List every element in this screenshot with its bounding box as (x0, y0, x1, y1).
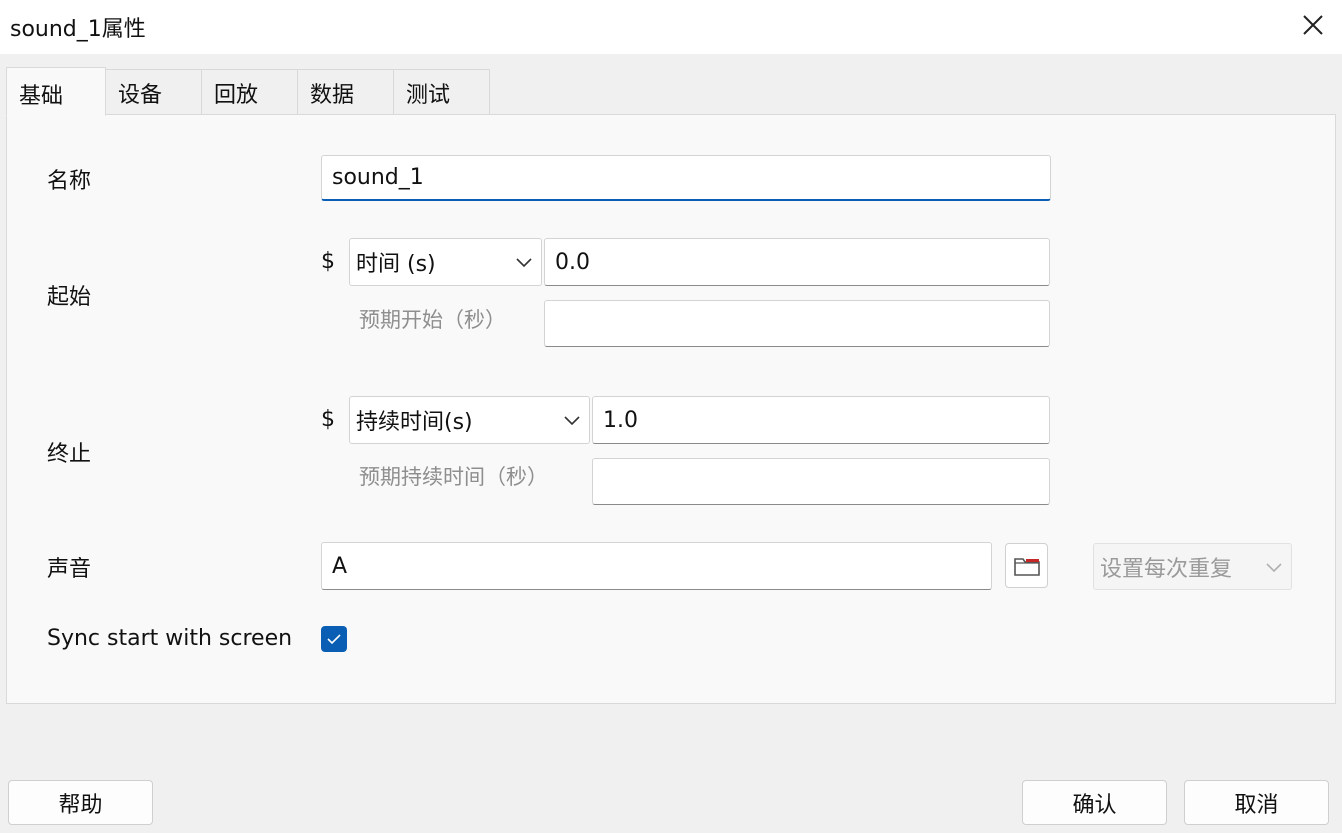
close-button[interactable] (1298, 10, 1328, 40)
tab-bar: 基础 设备 回放 数据 测试 (6, 67, 490, 116)
start-dollar-label: $ (321, 249, 335, 274)
name-label: 名称 (47, 169, 92, 194)
stop-label: 终止 (47, 442, 92, 467)
stop-expected-input[interactable] (592, 458, 1050, 505)
check-icon (327, 634, 341, 645)
folder-icon (1013, 557, 1040, 576)
stop-value-input[interactable]: 1.0 (592, 396, 1050, 444)
start-expected-input[interactable] (544, 300, 1050, 347)
sound-input[interactable]: A (321, 542, 992, 590)
start-type-value: 时间 (s) (356, 252, 436, 277)
window-title: sound_1属性 (10, 17, 146, 42)
start-label: 起始 (47, 285, 92, 310)
stop-type-value: 持续时间(s) (356, 410, 473, 435)
name-input[interactable]: sound_1 (321, 155, 1051, 201)
stop-type-select[interactable]: 持续时间(s) (349, 396, 590, 444)
title-bar: sound_1属性 (0, 0, 1342, 54)
tab-panel-basic: 名称 sound_1 起始 $ 时间 (s) 0.0 预期开始（秒） 终止 $ … (6, 114, 1336, 704)
close-icon (1303, 15, 1323, 35)
tab-playback[interactable]: 回放 (202, 69, 298, 116)
stop-expected-label: 预期持续时间（秒） (359, 465, 548, 489)
help-button[interactable]: 帮助 (8, 780, 153, 825)
tab-data[interactable]: 数据 (298, 69, 394, 116)
chevron-down-icon (516, 258, 532, 268)
tab-basic[interactable]: 基础 (6, 67, 106, 116)
browse-file-button[interactable] (1005, 543, 1048, 588)
start-type-select[interactable]: 时间 (s) (349, 238, 542, 286)
tab-test[interactable]: 测试 (394, 69, 490, 116)
start-expected-label: 预期开始（秒） (359, 308, 506, 332)
sync-start-checkbox[interactable] (321, 626, 347, 652)
sync-start-label: Sync start with screen (47, 626, 293, 651)
chevron-down-icon (564, 416, 580, 426)
tab-device[interactable]: 设备 (106, 69, 202, 116)
stop-dollar-label: $ (321, 407, 335, 432)
ok-button[interactable]: 确认 (1022, 780, 1167, 825)
repeat-mode-value: 设置每次重复 (1100, 556, 1233, 582)
chevron-down-icon (1266, 562, 1282, 572)
repeat-mode-select[interactable]: 设置每次重复 (1093, 543, 1292, 590)
sound-label: 声音 (47, 557, 92, 582)
start-value-input[interactable]: 0.0 (544, 238, 1050, 286)
cancel-button[interactable]: 取消 (1184, 780, 1329, 825)
